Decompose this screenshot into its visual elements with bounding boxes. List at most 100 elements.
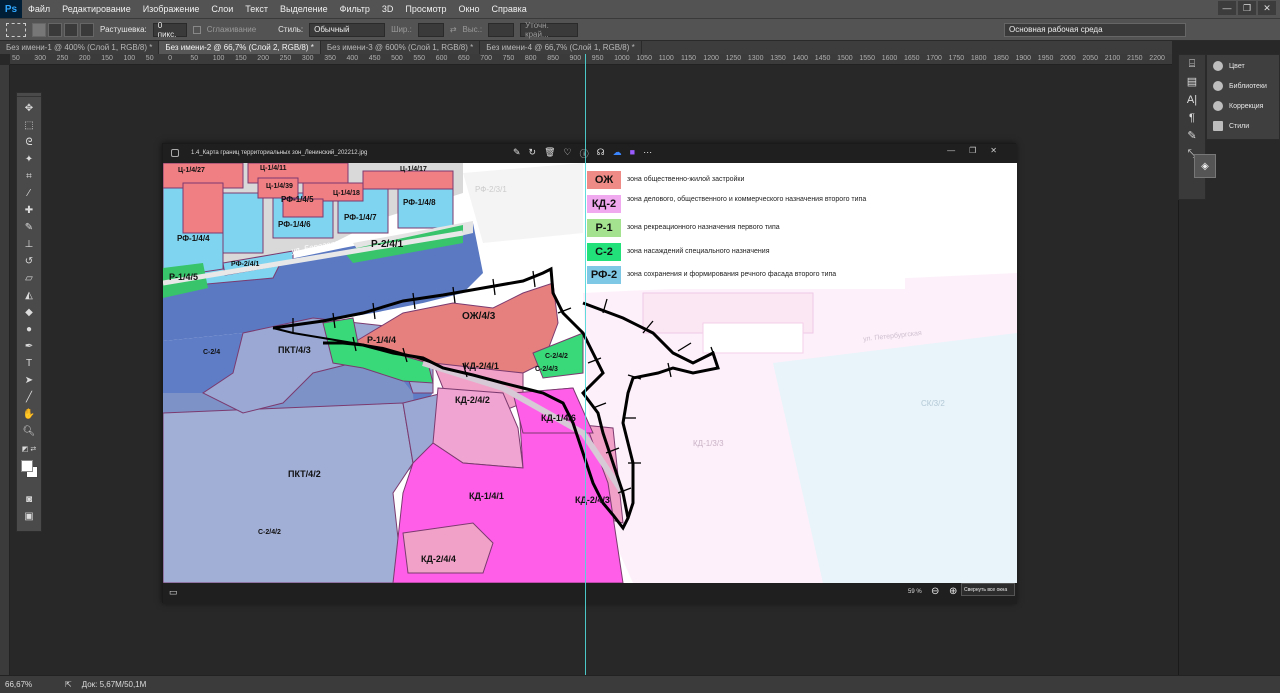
marquee-tool-icon[interactable]: ⬚ — [17, 117, 41, 134]
toolbox-grip[interactable] — [17, 93, 41, 97]
width-input[interactable] — [417, 22, 444, 37]
status-doc-size[interactable]: Док: 5,67M/50,1M — [82, 680, 147, 689]
menu-layers[interactable]: Слои — [205, 4, 239, 14]
swap-icon[interactable]: ⇄ — [450, 25, 457, 34]
zoom-out-icon[interactable]: ⊖ — [931, 586, 939, 597]
ruler-tick-label: 50 — [12, 55, 20, 62]
menu-select[interactable]: Выделение — [274, 4, 334, 14]
menu-bar: Ps Файл Редактирование Изображение Слои … — [0, 0, 1280, 18]
minimize-all-tooltip: Свернуть все окна — [961, 583, 1015, 596]
dock-adjustments-item[interactable]: Коррекция — [1207, 97, 1279, 115]
clipchamp-icon[interactable]: ■ — [630, 147, 635, 160]
vertical-ruler[interactable] — [0, 65, 10, 675]
label-rf1-4-7: РФ-1/4/7 — [344, 213, 377, 222]
ruler-tick-label: 50 — [190, 55, 199, 62]
ruler-tick-label: 400 — [346, 55, 359, 62]
edit-icon[interactable]: ✎ — [513, 147, 521, 160]
properties-panel-icon[interactable]: ▤ — [1179, 73, 1205, 91]
move-tool-icon[interactable]: ✥ — [17, 100, 41, 117]
menu-filter[interactable]: Фильтр — [334, 4, 376, 14]
add-selection-icon[interactable] — [48, 22, 62, 37]
healing-brush-tool-icon[interactable]: ✚ — [17, 202, 41, 219]
zoom-tool-icon[interactable]: 🔍︎ — [17, 423, 41, 440]
eraser-tool-icon[interactable]: ▱ — [17, 270, 41, 287]
filmstrip-icon[interactable]: ▭ — [169, 587, 178, 598]
stamp-tool-icon[interactable]: ⊥ — [17, 236, 41, 253]
ruler-tick-label: 2200 — [1149, 55, 1165, 62]
subtract-selection-icon[interactable] — [64, 22, 78, 37]
tab-untitled-3[interactable]: Без имени-3 @ 600% (Слой 1, RGB/8) * — [321, 41, 481, 54]
ruler-tick-label: 200 — [257, 55, 269, 62]
minimize-button[interactable]: — — [1218, 1, 1236, 15]
menu-file[interactable]: Файл — [22, 4, 56, 14]
brush-tool-icon[interactable]: ✎ — [17, 219, 41, 236]
refine-edge-button[interactable]: Уточн. край... — [520, 21, 579, 39]
brush-panel-icon[interactable]: ✎ — [1179, 127, 1205, 145]
more-icon[interactable]: ⋯ — [643, 147, 652, 160]
viewer-close-icon[interactable]: ✕ — [990, 146, 997, 155]
delete-icon[interactable]: 🗑︎ — [544, 147, 555, 160]
layers-panel-icon[interactable]: ◈ — [1194, 154, 1216, 178]
dock-libraries-item[interactable]: Библиотеки — [1207, 77, 1279, 95]
new-selection-icon[interactable] — [32, 22, 46, 37]
history-brush-tool-icon[interactable]: ↺ — [17, 253, 41, 270]
history-panel-icon[interactable]: ⌸ — [1179, 55, 1205, 73]
lasso-tool-icon[interactable]: ᘓ — [17, 134, 41, 151]
tab-untitled-2[interactable]: Без имени-2 @ 66,7% (Слой 2, RGB/8) * — [159, 41, 321, 54]
viewer-restore-icon[interactable]: ❐ — [969, 146, 976, 155]
ruler-tick-label: 2050 — [1082, 55, 1098, 62]
workspace-select[interactable]: Основная рабочая среда — [1004, 23, 1186, 37]
magic-wand-tool-icon[interactable]: ✦ — [17, 151, 41, 168]
ruler-tick-label: 1700 — [926, 55, 942, 62]
blur-tool-icon[interactable]: ◆ — [17, 304, 41, 321]
dock-color-item[interactable]: Цвет — [1207, 57, 1279, 75]
foreground-color-swatch[interactable] — [21, 460, 33, 472]
crop-tool-icon[interactable]: ⌗ — [17, 168, 41, 185]
ruler-tick-label: 1500 — [837, 55, 853, 62]
menu-view[interactable]: Просмотр — [399, 4, 452, 14]
zoom-in-icon[interactable]: ⊕ — [949, 586, 957, 597]
dodge-tool-icon[interactable]: ● — [17, 321, 41, 338]
tab-untitled-1[interactable]: Без имени-1 @ 400% (Слой 1, RGB/8) * — [0, 41, 160, 54]
legend-text-oj: зона общественно-жилой застройки — [627, 176, 745, 183]
line-tool-icon[interactable]: ╱ — [17, 389, 41, 406]
menu-window[interactable]: Окно — [453, 4, 486, 14]
default-colors-icon[interactable]: ◩ ⇄ — [17, 440, 41, 457]
selection-modes — [32, 22, 94, 37]
close-button[interactable]: ✕ — [1258, 1, 1276, 15]
height-input[interactable] — [488, 22, 515, 37]
horizontal-ruler[interactable]: 50 300 250 200 150 100 50 0 50 100 150 200 250 300 350… — [10, 54, 1172, 65]
status-icon[interactable]: ⇱ — [65, 680, 72, 689]
intersect-selection-icon[interactable] — [80, 22, 94, 37]
rotate-icon[interactable]: ↻ — [529, 147, 537, 160]
menu-text[interactable]: Текст — [239, 4, 274, 14]
hand-tool-icon[interactable]: ✋ — [17, 406, 41, 423]
antialias-checkbox[interactable] — [192, 25, 201, 34]
character-panel-icon[interactable]: A| — [1179, 91, 1205, 109]
marquee-tool-preset-icon[interactable] — [6, 22, 26, 37]
paragraph-panel-icon[interactable]: ¶ — [1179, 109, 1205, 127]
favorite-icon[interactable]: ♡ — [564, 147, 572, 160]
type-tool-icon[interactable]: T — [17, 355, 41, 372]
paint-bucket-tool-icon[interactable]: ◭ — [17, 287, 41, 304]
label-ck-3-2: СК/3/2 — [921, 399, 945, 408]
style-select[interactable]: Обычный — [309, 22, 386, 37]
menu-help[interactable]: Справка — [485, 4, 532, 14]
status-zoom[interactable]: 66,67% — [5, 680, 65, 689]
tab-untitled-4[interactable]: Без имени-4 @ 66,7% (Слой 1, RGB/8) * — [480, 41, 642, 54]
screen-mode-icon[interactable]: ▣ — [17, 508, 41, 525]
vertical-guide[interactable] — [585, 54, 586, 675]
eyedropper-tool-icon[interactable]: ⁄ — [17, 185, 41, 202]
menu-image[interactable]: Изображение — [137, 4, 206, 14]
dock-styles-item[interactable]: Стили — [1207, 117, 1279, 135]
feather-input[interactable]: 0 пикс. — [152, 21, 187, 39]
menu-3d[interactable]: 3D — [376, 4, 400, 14]
viewer-minimize-icon[interactable]: — — [947, 146, 955, 155]
pen-tool-icon[interactable]: ✒ — [17, 338, 41, 355]
path-selection-tool-icon[interactable]: ➤ — [17, 372, 41, 389]
menu-edit[interactable]: Редактирование — [56, 4, 137, 14]
quick-mask-icon[interactable]: ◙ — [17, 491, 41, 508]
onedrive-icon[interactable]: ☁ — [613, 147, 622, 160]
share-icon[interactable]: ☊ — [597, 147, 605, 160]
maximize-button[interactable]: ❐ — [1238, 1, 1256, 15]
